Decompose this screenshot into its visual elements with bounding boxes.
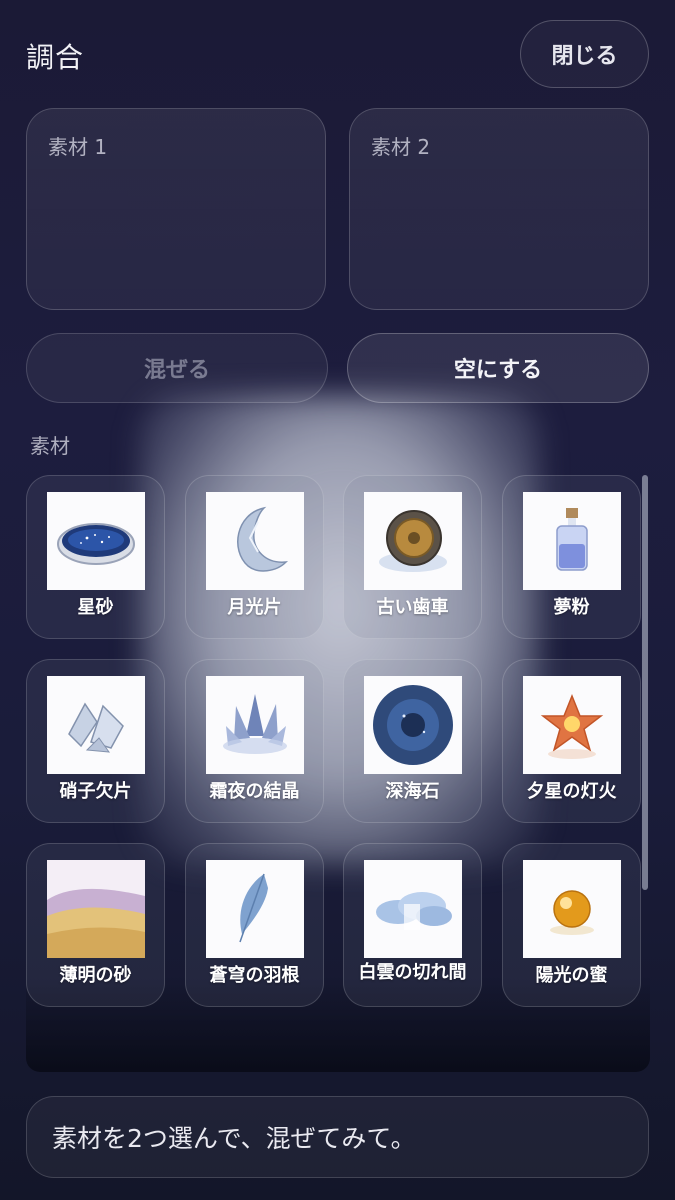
material-name: 夢粉 (553, 597, 590, 618)
glass-shard-icon (47, 676, 145, 774)
material-name: 蒼穹の羽根 (209, 965, 300, 986)
material-card-star-sand[interactable]: 星砂 (26, 475, 165, 639)
material-name: 古い歯車 (376, 597, 449, 618)
material-name: 夕星の灯火 (526, 781, 617, 802)
material-card-glass-shard[interactable]: 硝子欠片 (26, 659, 165, 823)
material-card-old-gear[interactable]: 古い歯車 (343, 475, 482, 639)
azure-feather-icon (206, 860, 304, 958)
slot-label: 素材 2 (371, 135, 431, 159)
material-name: 月光片 (227, 597, 282, 618)
material-card-moonlight-shard[interactable]: 月光片 (185, 475, 324, 639)
material-name: 白雲の切れ間 (358, 962, 467, 983)
material-card-azure-feather[interactable]: 蒼穹の羽根 (185, 843, 324, 1007)
material-card-deep-sea-stone[interactable]: 深海石 (343, 659, 482, 823)
dream-powder-icon (523, 492, 621, 590)
star-sand-icon (47, 492, 145, 590)
mix-button[interactable]: 混ぜる (26, 333, 328, 403)
material-slot-1[interactable]: 素材 1 (26, 108, 326, 310)
frost-crystal-icon (206, 676, 304, 774)
material-card-cloud-gap[interactable]: 白雲の切れ間 (343, 843, 482, 1007)
moonlight-shard-icon (206, 492, 304, 590)
close-button[interactable]: 閉じる (520, 20, 649, 88)
materials-heading: 素材 (30, 434, 70, 458)
material-name: 星砂 (77, 597, 114, 618)
status-message: 素材を2つ選んで、混ぜてみて。 (26, 1096, 649, 1178)
sunlight-honey-icon (523, 860, 621, 958)
status-text: 素材を2つ選んで、混ぜてみて。 (52, 1124, 416, 1153)
material-card-twilight-sand[interactable]: 薄明の砂 (26, 843, 165, 1007)
material-slot-2[interactable]: 素材 2 (349, 108, 649, 310)
evening-star-flame-icon (523, 676, 621, 774)
material-name: 霜夜の結晶 (209, 781, 300, 802)
material-card-dream-powder[interactable]: 夢粉 (502, 475, 641, 639)
empty-button[interactable]: 空にする (347, 333, 649, 403)
cloud-gap-icon (364, 860, 462, 958)
twilight-sand-icon (47, 860, 145, 958)
material-card-sunlight-honey[interactable]: 陽光の蜜 (502, 843, 641, 1007)
material-name: 深海石 (385, 781, 440, 802)
material-name: 薄明の砂 (59, 965, 132, 986)
material-card-evening-star-flame[interactable]: 夕星の灯火 (502, 659, 641, 823)
material-name: 硝子欠片 (59, 781, 132, 802)
deep-sea-stone-icon (364, 676, 462, 774)
slot-label: 素材 1 (48, 135, 108, 159)
page-title: 調合 (26, 41, 85, 74)
material-name: 陽光の蜜 (535, 965, 608, 986)
scrollbar[interactable] (642, 475, 648, 890)
material-card-frost-crystal[interactable]: 霜夜の結晶 (185, 659, 324, 823)
old-gear-icon (364, 492, 462, 590)
